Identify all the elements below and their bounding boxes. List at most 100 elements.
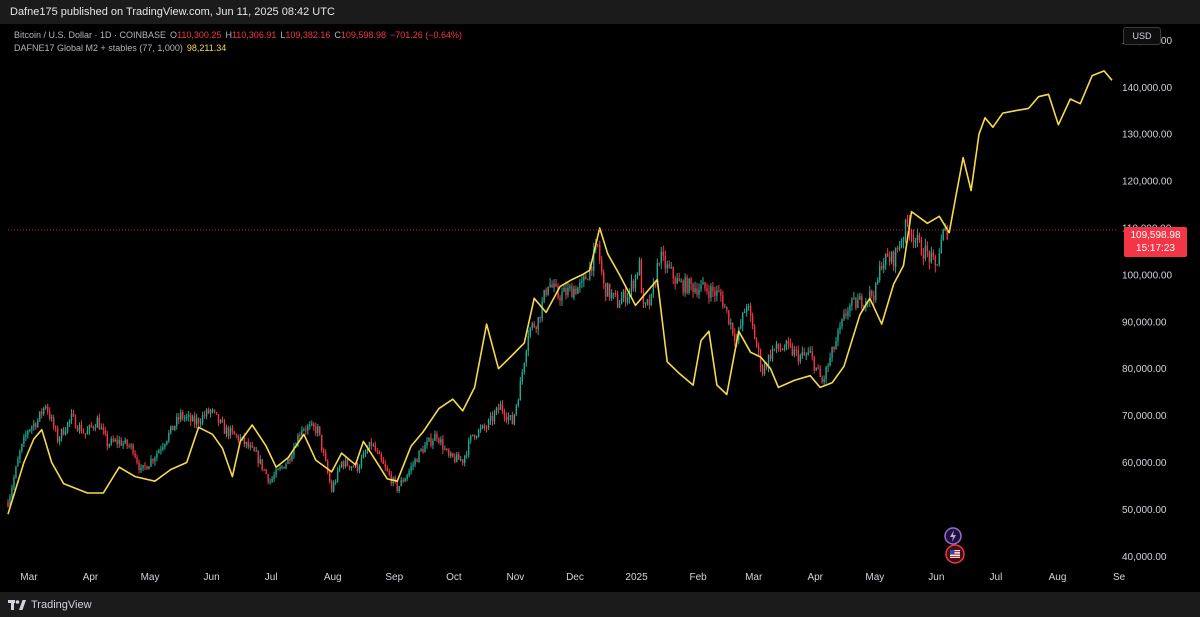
- candle-body: [188, 415, 190, 417]
- legend: Bitcoin / U.S. Dollar · 1D · COINBASE O1…: [14, 29, 462, 55]
- candle-body: [122, 443, 124, 446]
- candle-body: [321, 434, 323, 451]
- candle-body: [56, 428, 59, 442]
- candle-body: [650, 293, 653, 306]
- candle-body: [479, 427, 482, 430]
- candle-body: [344, 459, 347, 467]
- candle-body: [688, 278, 690, 294]
- candle-body: [503, 411, 506, 418]
- x-tick-label: Se: [1113, 572, 1126, 583]
- candle-body: [136, 457, 138, 463]
- candle-body: [265, 469, 267, 475]
- candle-body: [612, 292, 615, 294]
- candle-body: [327, 460, 329, 473]
- candle-body: [90, 425, 93, 427]
- currency-button[interactable]: USD: [1123, 27, 1161, 45]
- indicator-name[interactable]: DAFNE17 Global M2 + stables (77, 1,000): [14, 42, 183, 55]
- candle-body: [718, 290, 720, 292]
- candle-body: [936, 264, 938, 266]
- candle-body: [70, 413, 73, 420]
- candle-body: [797, 350, 799, 362]
- candle-body: [706, 288, 708, 292]
- us-flag-event-icon[interactable]: [944, 543, 966, 565]
- candle-body: [428, 437, 430, 442]
- candle-body: [189, 415, 192, 422]
- candle-body: [734, 333, 736, 342]
- candle-body: [382, 459, 384, 464]
- symbol-name[interactable]: Bitcoin / U.S. Dollar · 1D · COINBASE: [14, 29, 166, 42]
- candle-body: [537, 317, 539, 330]
- candle-body: [442, 439, 444, 450]
- candle-body: [134, 453, 136, 458]
- last-price-value: 109,598.98: [1130, 230, 1181, 241]
- candle-body: [529, 327, 531, 336]
- candle-body: [817, 367, 819, 369]
- candle-body: [672, 267, 674, 279]
- x-tick-label: Sep: [385, 572, 403, 583]
- candle-body: [368, 441, 371, 450]
- chart-area[interactable]: 40,000.00 50,000.00 60,000.00 70,000.00 80,0…: [0, 24, 1200, 592]
- candle-body: [245, 442, 247, 445]
- candle-body: [39, 411, 41, 421]
- candle-body: [11, 487, 13, 497]
- candle-body: [380, 453, 383, 460]
- x-tick-label: Nov: [507, 572, 525, 583]
- candle-body: [569, 286, 571, 288]
- candle-body: [877, 279, 879, 284]
- x-tick-label: Mar: [745, 572, 763, 583]
- candle-body: [319, 426, 321, 435]
- candle-body: [350, 466, 353, 469]
- candle-body: [843, 313, 845, 320]
- candle-body: [732, 322, 734, 334]
- candle-body: [334, 481, 337, 484]
- candle-body: [809, 351, 811, 353]
- candle-body: [235, 434, 238, 436]
- candle-body: [170, 425, 172, 433]
- candle-body: [98, 417, 101, 430]
- candle-body: [7, 502, 9, 507]
- candle-body: [325, 452, 327, 461]
- candle-body: [753, 326, 756, 340]
- candle-body: [388, 470, 390, 475]
- candle-body: [742, 312, 744, 326]
- candle-body: [207, 409, 210, 414]
- candle-body: [801, 352, 803, 356]
- candle-body: [432, 440, 434, 446]
- candle-body: [372, 445, 375, 447]
- candle-body: [317, 426, 319, 434]
- candle-body: [608, 283, 611, 299]
- candle-body: [740, 325, 742, 328]
- ohlc-low-value: 109,382.16: [285, 30, 331, 40]
- candle-body: [918, 235, 921, 240]
- candle-body: [150, 459, 152, 467]
- x-tick-label: Mar: [20, 572, 38, 583]
- y-tick-label: 140,000.00: [1122, 83, 1172, 94]
- candle-body: [833, 347, 835, 350]
- candle-body: [497, 407, 500, 410]
- candle-body: [328, 472, 331, 482]
- price-chart[interactable]: 40,000.00 50,000.00 60,000.00 70,000.00 80,0…: [0, 24, 1200, 592]
- candle-body: [178, 417, 180, 420]
- candle-body: [263, 469, 265, 471]
- candle-body: [424, 445, 426, 453]
- candle-body: [892, 251, 895, 267]
- candle-body: [531, 323, 533, 328]
- candle-body: [418, 450, 420, 462]
- tradingview-logo-icon: [8, 600, 26, 610]
- candle-body: [301, 430, 303, 436]
- candle-body: [686, 277, 688, 294]
- tradingview-logo[interactable]: TradingView: [8, 597, 92, 613]
- candle-body: [928, 251, 931, 263]
- candle-body: [477, 429, 480, 437]
- candle-body: [561, 292, 563, 301]
- candle-body: [692, 284, 694, 293]
- candle-body: [473, 434, 476, 438]
- footer-bar: TradingView: [0, 592, 1200, 617]
- candle-body: [364, 452, 367, 454]
- ohlc-close-value: 109,598.98: [340, 30, 386, 40]
- y-tick-label: 70,000.00: [1122, 411, 1167, 422]
- candle-body: [521, 372, 523, 382]
- candle-body: [257, 450, 259, 464]
- candle-body: [585, 276, 587, 280]
- candle-body: [62, 428, 65, 435]
